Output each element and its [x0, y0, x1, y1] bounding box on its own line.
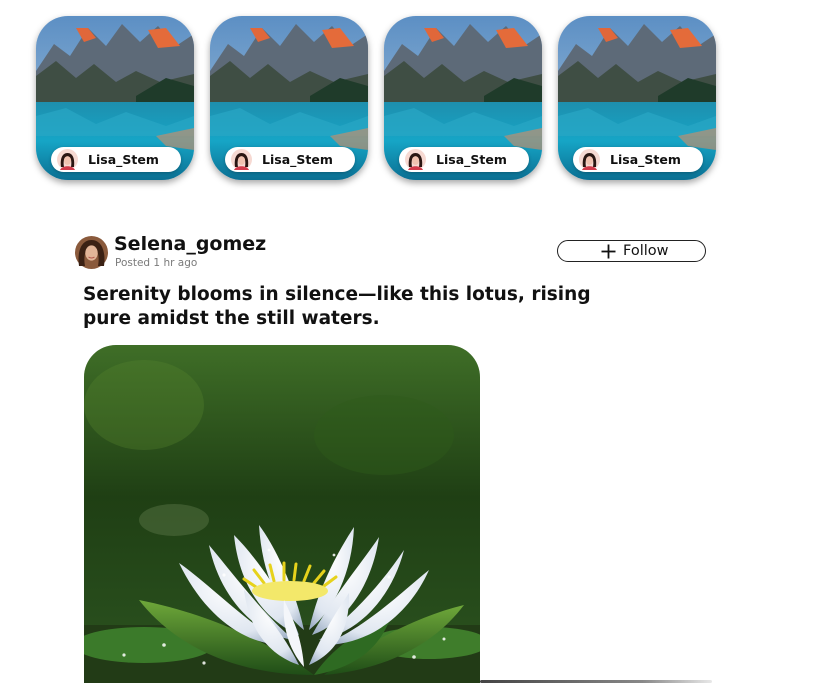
post-timestamp: Posted 1 hr ago: [115, 257, 198, 269]
post: Selena_gomez Posted 1 hr ago Follow Sere…: [0, 0, 816, 683]
lotus-photo: [84, 345, 480, 683]
post-image[interactable]: [84, 345, 480, 683]
avatar[interactable]: [75, 236, 108, 269]
post-username[interactable]: Selena_gomez: [114, 232, 266, 256]
follow-label: Follow: [623, 243, 669, 259]
follow-button[interactable]: Follow: [557, 240, 706, 262]
post-caption: Serenity blooms in silence—like this lot…: [83, 284, 591, 329]
plus-icon: [601, 244, 616, 259]
